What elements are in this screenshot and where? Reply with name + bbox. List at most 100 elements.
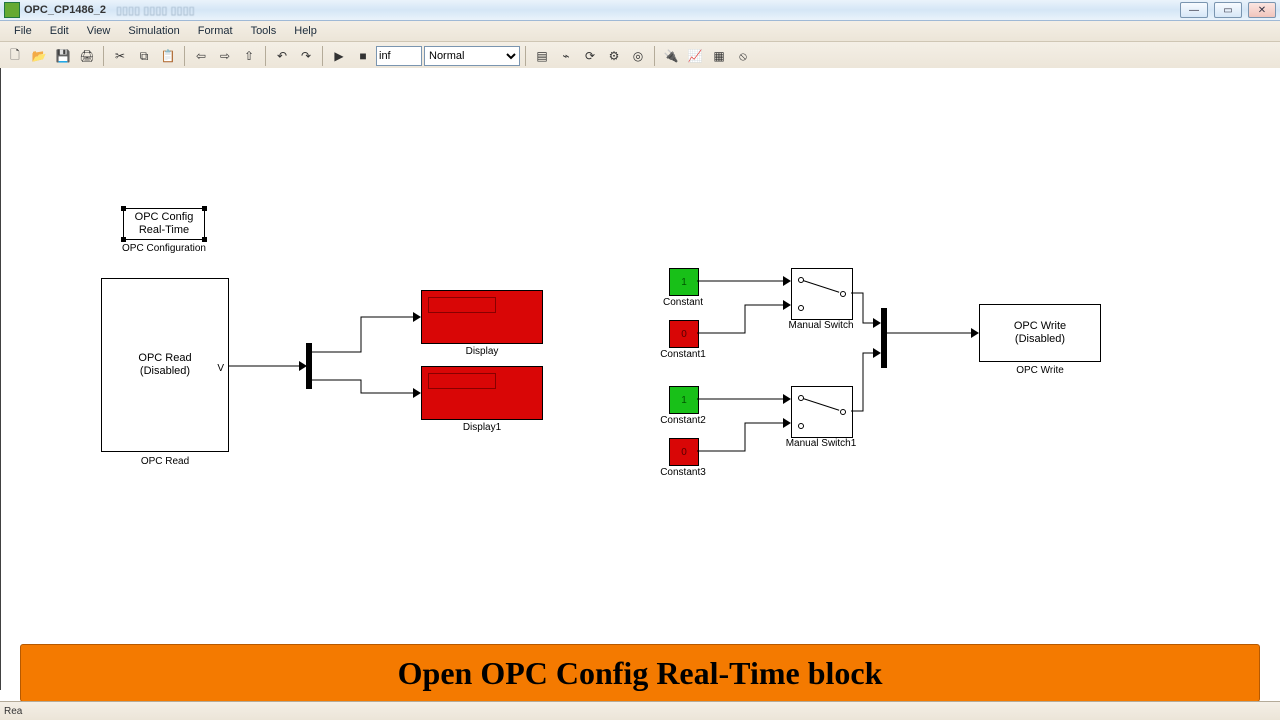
arrow-icon: [783, 276, 791, 286]
block-constant3[interactable]: 0: [669, 438, 699, 466]
block-display1[interactable]: [421, 366, 543, 420]
menu-help[interactable]: Help: [286, 23, 325, 39]
separator: [103, 46, 104, 66]
separator: [184, 46, 185, 66]
open-icon[interactable]: 📂: [28, 45, 50, 67]
block-opc-write[interactable]: OPC Write (Disabled): [979, 304, 1101, 362]
stop-icon[interactable]: ■: [352, 45, 374, 67]
menu-bar: File Edit View Simulation Format Tools H…: [0, 21, 1280, 42]
signal-icon[interactable]: ⌁: [555, 45, 577, 67]
arrow-icon: [783, 394, 791, 404]
instruction-text: Open OPC Config Real-Time block: [398, 655, 883, 692]
block-mux[interactable]: [881, 308, 887, 368]
block-label: Display1: [422, 422, 542, 433]
library-icon[interactable]: ▤: [531, 45, 553, 67]
selection-handle[interactable]: [202, 206, 207, 211]
arrow-icon: [783, 300, 791, 310]
forward-icon[interactable]: ⇨: [214, 45, 236, 67]
title-bar: OPC_CP1486_2 ▯▯▯▯ ▯▯▯▯ ▯▯▯▯ — ▭ ✕: [0, 0, 1280, 21]
block-text: Real-Time: [139, 224, 189, 237]
title-faded: ▯▯▯▯ ▯▯▯▯ ▯▯▯▯: [116, 4, 195, 17]
stop-time-input[interactable]: [376, 46, 422, 66]
arrow-icon: [299, 361, 307, 371]
block-manual-switch[interactable]: [791, 268, 853, 320]
play-icon[interactable]: ▶: [328, 45, 350, 67]
model-canvas[interactable]: OPC Config Real-Time OPC Configuration O…: [0, 68, 1280, 690]
minimize-button[interactable]: —: [1180, 2, 1208, 18]
up-icon[interactable]: ⇧: [238, 45, 260, 67]
separator: [654, 46, 655, 66]
instruction-overlay: Open OPC Config Real-Time block: [20, 644, 1260, 702]
cut-icon[interactable]: ✂: [109, 45, 131, 67]
redo-icon[interactable]: ↷: [295, 45, 317, 67]
const-value: 1: [681, 395, 687, 406]
block-text: OPC Write: [1014, 320, 1066, 333]
new-icon[interactable]: 🗋: [4, 45, 26, 67]
block-label: OPC Read: [105, 456, 225, 467]
print-icon[interactable]: 🖨: [76, 45, 98, 67]
menu-simulation[interactable]: Simulation: [120, 23, 187, 39]
block-text: OPC Read: [138, 352, 191, 365]
arrow-icon: [971, 328, 979, 338]
port-label: V: [217, 363, 224, 375]
block-label: Display: [422, 346, 542, 357]
opt-icon[interactable]: ▦: [708, 45, 730, 67]
block-display[interactable]: [421, 290, 543, 344]
arrow-icon: [873, 348, 881, 358]
status-bar: Rea: [0, 701, 1280, 720]
const-value: 0: [681, 329, 687, 340]
block-constant2[interactable]: 1: [669, 386, 699, 414]
const-value: 1: [681, 277, 687, 288]
block-label: Constant1: [623, 349, 743, 360]
block-text: (Disabled): [1015, 333, 1065, 346]
menu-tools[interactable]: Tools: [243, 23, 285, 39]
save-icon[interactable]: 💾: [52, 45, 74, 67]
undo-icon[interactable]: ↶: [271, 45, 293, 67]
selection-handle[interactable]: [202, 237, 207, 242]
connect-icon[interactable]: 🔌: [660, 45, 682, 67]
menu-format[interactable]: Format: [190, 23, 241, 39]
sim-mode-select[interactable]: Normal: [424, 46, 520, 66]
app-icon: [4, 2, 20, 18]
menu-view[interactable]: View: [79, 23, 119, 39]
separator: [525, 46, 526, 66]
target-icon[interactable]: ◎: [627, 45, 649, 67]
arrow-icon: [413, 388, 421, 398]
menu-edit[interactable]: Edit: [42, 23, 77, 39]
build-icon[interactable]: ⚙: [603, 45, 625, 67]
back-icon[interactable]: ⇦: [190, 45, 212, 67]
block-label: OPC Configuration: [104, 243, 224, 254]
block-text: (Disabled): [140, 365, 190, 378]
const-value: 0: [681, 447, 687, 458]
window-title: OPC_CP1486_2: [24, 4, 106, 16]
arrow-icon: [873, 318, 881, 328]
copy-icon[interactable]: ⧉: [133, 45, 155, 67]
block-label: Manual Switch1: [761, 438, 881, 449]
block-opc-config[interactable]: OPC Config Real-Time: [123, 208, 205, 240]
close-button[interactable]: ✕: [1248, 2, 1276, 18]
arrow-icon: [413, 312, 421, 322]
block-label: Manual Switch: [761, 320, 881, 331]
stop2-icon[interactable]: ⦸: [732, 45, 754, 67]
toolbar: 🗋 📂 💾 🖨 ✂ ⧉ 📋 ⇦ ⇨ ⇧ ↶ ↷ ▶ ■ Normal ▤ ⌁ ⟳…: [0, 42, 1280, 71]
selection-handle[interactable]: [121, 206, 126, 211]
block-manual-switch1[interactable]: [791, 386, 853, 438]
block-text: OPC Config: [135, 211, 194, 224]
menu-file[interactable]: File: [6, 23, 40, 39]
block-label: OPC Write: [980, 365, 1100, 376]
paste-icon[interactable]: 📋: [157, 45, 179, 67]
block-constant1[interactable]: 0: [669, 320, 699, 348]
update-icon[interactable]: ⟳: [579, 45, 601, 67]
selection-handle[interactable]: [121, 237, 126, 242]
scope-icon[interactable]: 📈: [684, 45, 706, 67]
block-constant[interactable]: 1: [669, 268, 699, 296]
display-field: [428, 373, 496, 389]
separator: [322, 46, 323, 66]
block-opc-read[interactable]: OPC Read (Disabled) V: [101, 278, 229, 452]
separator: [265, 46, 266, 66]
arrow-icon: [783, 418, 791, 428]
block-label: Constant: [623, 297, 743, 308]
block-label: Constant2: [623, 415, 743, 426]
block-label: Constant3: [623, 467, 743, 478]
maximize-button[interactable]: ▭: [1214, 2, 1242, 18]
